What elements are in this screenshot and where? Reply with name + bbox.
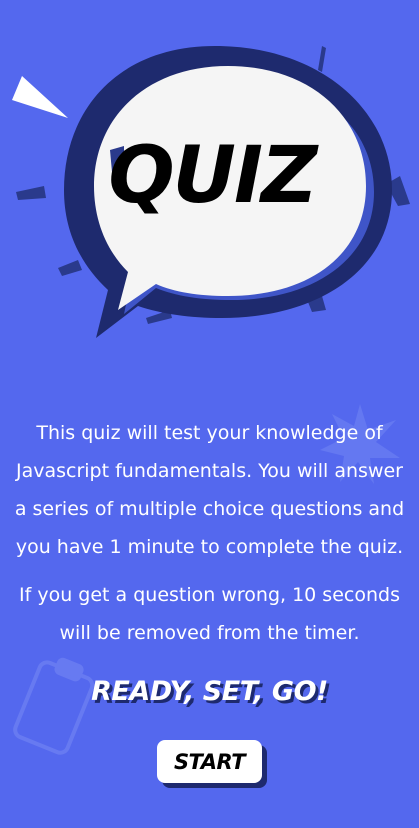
- tagline: READY, SET, GO!: [91, 676, 328, 707]
- speech-bubble-icon: QUIZ: [12, 46, 410, 338]
- page-title: QUIZ: [108, 131, 319, 221]
- quiz-hero: QUIZ: [0, 0, 419, 360]
- ray-white-left: [12, 76, 68, 118]
- ray-left-bottom: [58, 260, 82, 276]
- start-button[interactable]: START: [157, 740, 262, 783]
- intro-text: This quiz will test your knowledge of Ja…: [8, 414, 411, 652]
- intro-paragraph-2: If you get a question wrong, 10 seconds …: [19, 584, 400, 644]
- ray-top-right: [318, 46, 326, 72]
- intro-paragraph-1: This quiz will test your knowledge of Ja…: [14, 422, 405, 558]
- clipboard-icon: [13, 657, 95, 755]
- ray-left-mid: [16, 186, 46, 200]
